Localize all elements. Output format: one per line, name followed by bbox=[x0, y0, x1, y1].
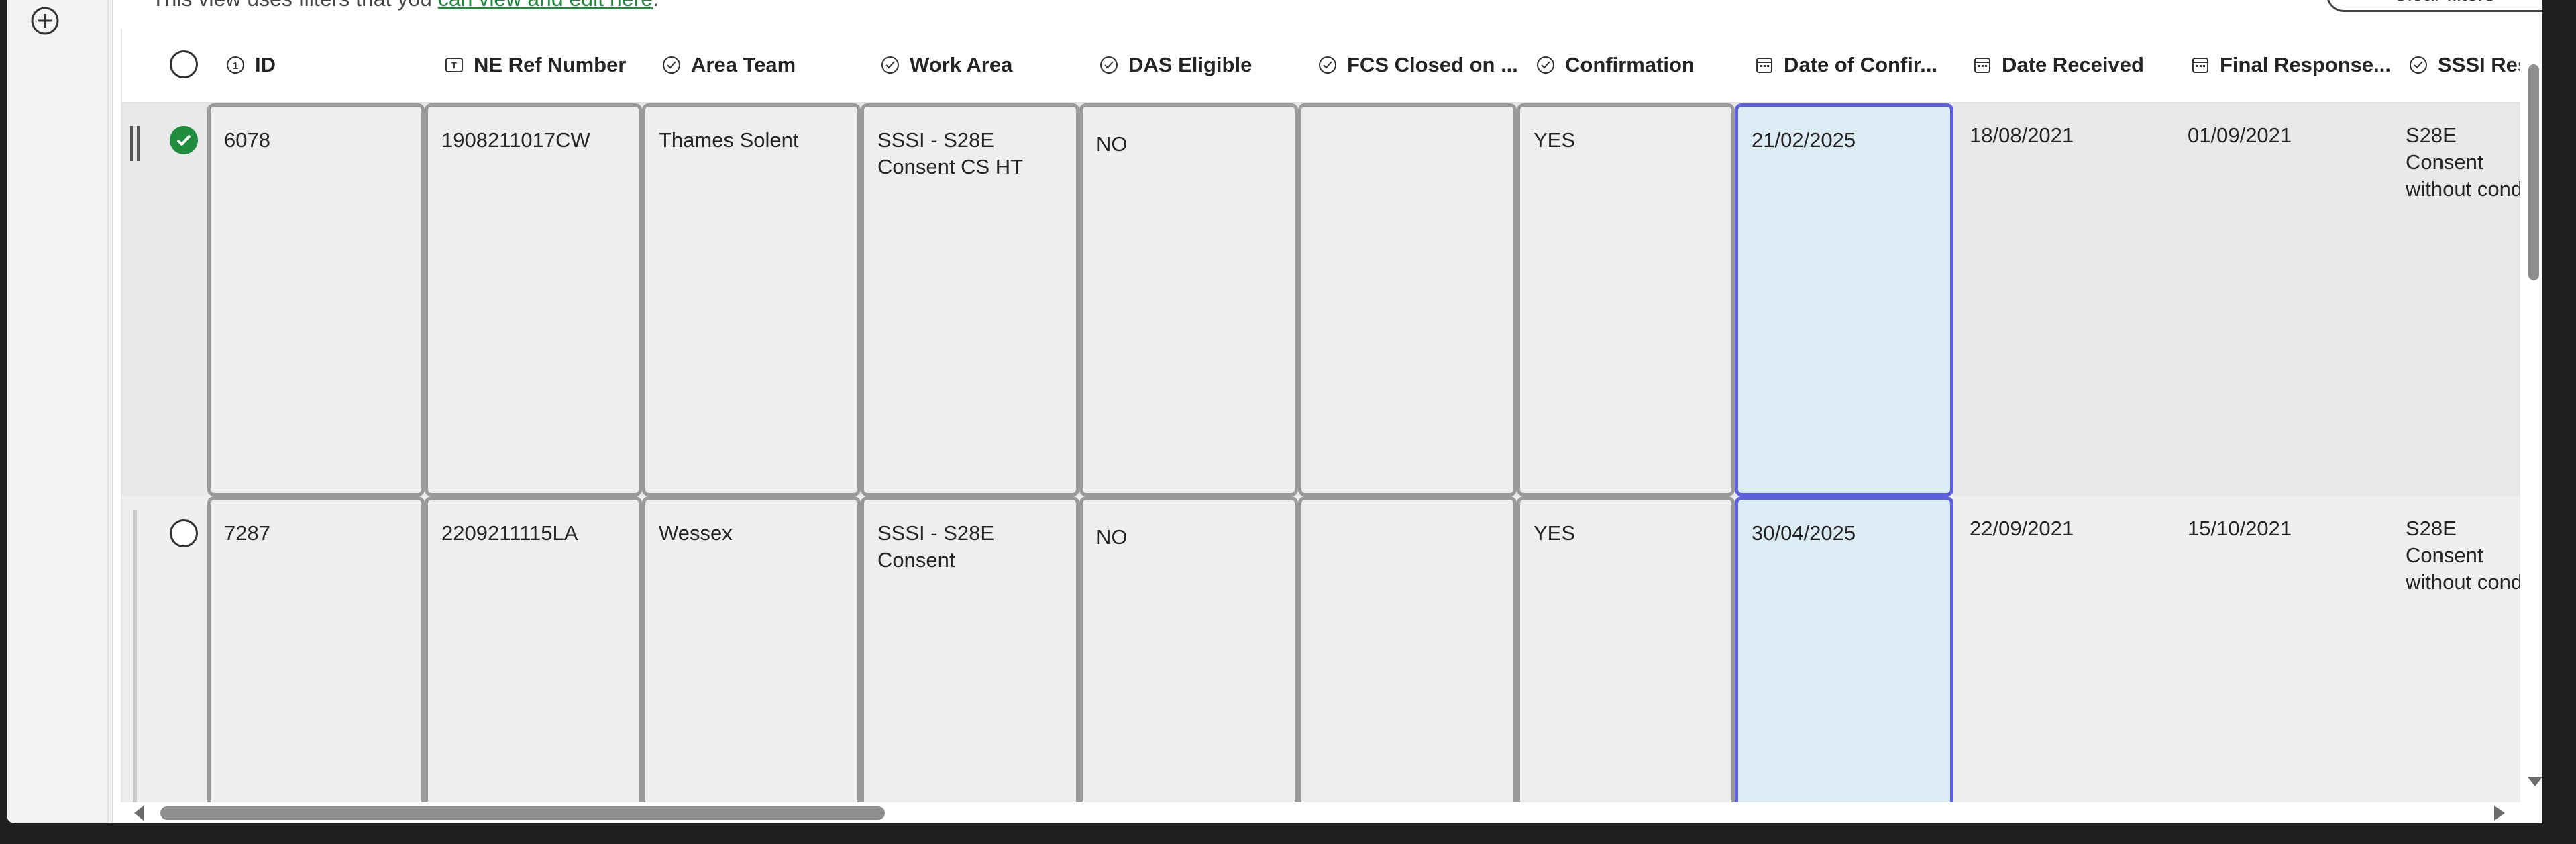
cell-work-area[interactable]: SSSI - S28E Consent CS HT bbox=[861, 103, 1079, 496]
column-header-ne-ref[interactable]: T NE Ref Number bbox=[444, 28, 645, 102]
cell-date-of-confirmation[interactable]: 30/04/2025 bbox=[1735, 496, 1953, 802]
column-header-id[interactable]: 1 ID bbox=[225, 28, 427, 102]
calendar-icon bbox=[1756, 58, 1772, 73]
cell-sssi-response[interactable]: S28E Consent without condi bbox=[2406, 122, 2520, 203]
cell-fcs-closed[interactable] bbox=[1298, 496, 1517, 802]
column-header-date-of-confirmation[interactable]: Date of Confir... bbox=[1754, 28, 1955, 102]
choice-icon bbox=[1537, 56, 1554, 74]
column-header-label: Work Area bbox=[910, 53, 1013, 76]
cell-ne-ref[interactable]: 1908211017CW bbox=[425, 103, 642, 496]
cell-sssi-response[interactable]: S28E Consent without condi bbox=[2406, 515, 2520, 596]
cell-ne-ref[interactable]: 2209211115LA bbox=[425, 496, 642, 802]
filter-banner-text: This view uses filters that you bbox=[152, 0, 438, 11]
add-circle-icon[interactable] bbox=[30, 5, 60, 36]
column-header-label: SSSI Resp bbox=[2438, 53, 2520, 76]
table-row[interactable]: 7287 2209211115LA Wessex SSSI - S28E Con… bbox=[122, 496, 2520, 802]
column-header-date-received[interactable]: Date Received bbox=[1972, 28, 2174, 102]
calendar-icon bbox=[2192, 58, 2208, 73]
text-icon: T bbox=[445, 58, 463, 72]
select-all-checkbox[interactable] bbox=[170, 50, 198, 78]
table-row[interactable]: 6078 1908211017CW Thames Solent SSSI - S… bbox=[122, 103, 2520, 496]
column-header-das-eligible[interactable]: DAS Eligible bbox=[1099, 28, 1300, 102]
column-header-fcs-closed[interactable]: FCS Closed on ... bbox=[1318, 28, 1519, 102]
cell-work-area[interactable]: SSSI - S28E Consent bbox=[861, 496, 1079, 802]
cell-id[interactable]: 7287 bbox=[207, 496, 425, 802]
row-drag-bar[interactable] bbox=[133, 510, 137, 802]
filter-banner-suffix: . bbox=[653, 0, 659, 11]
column-header-label: Date of Confir... bbox=[1784, 53, 1938, 76]
column-header-label: FCS Closed on ... bbox=[1347, 53, 1518, 76]
cell-area-team[interactable]: Thames Solent bbox=[642, 103, 861, 496]
grid-header: 1 ID T NE Ref Number Area Team Work Area bbox=[122, 28, 2520, 103]
column-header-confirmation[interactable]: Confirmation bbox=[1536, 28, 1737, 102]
cell-das-eligible[interactable]: NO bbox=[1079, 496, 1298, 802]
column-header-label: Final Response... bbox=[2220, 53, 2391, 76]
number-icon: 1 bbox=[227, 56, 244, 74]
clear-filters-button[interactable]: Clear filters bbox=[2326, 0, 2542, 12]
cell-fcs-closed[interactable] bbox=[1298, 103, 1517, 496]
cell-das-eligible[interactable]: NO bbox=[1079, 103, 1298, 496]
choice-icon bbox=[663, 56, 680, 74]
app-window: This view uses filters that you can view… bbox=[7, 0, 2542, 823]
scroll-down-arrow-icon[interactable] bbox=[2528, 777, 2542, 786]
cell-final-response[interactable]: 01/09/2021 bbox=[2188, 122, 2389, 149]
cell-date-received[interactable]: 22/09/2021 bbox=[1970, 515, 2171, 542]
cell-area-team[interactable]: Wessex bbox=[642, 496, 861, 802]
row-drag-handle-icon[interactable] bbox=[130, 126, 140, 161]
scroll-left-arrow-icon[interactable] bbox=[134, 806, 144, 821]
row-selected-checkmark-icon[interactable] bbox=[170, 126, 198, 154]
choice-icon bbox=[1100, 56, 1118, 74]
row-select-checkbox[interactable] bbox=[170, 519, 198, 547]
filter-banner: This view uses filters that you can view… bbox=[152, 0, 659, 12]
choice-icon bbox=[881, 56, 899, 74]
column-header-work-area[interactable]: Work Area bbox=[880, 28, 1081, 102]
cell-final-response[interactable]: 15/10/2021 bbox=[2188, 515, 2389, 542]
vertical-scrollbar-thumb[interactable] bbox=[2528, 64, 2539, 280]
column-header-label: DAS Eligible bbox=[1128, 53, 1252, 76]
scroll-right-arrow-icon[interactable] bbox=[2494, 806, 2505, 821]
cell-confirmation[interactable]: YES bbox=[1517, 496, 1735, 802]
column-header-label: ID bbox=[255, 53, 276, 76]
column-header-label: Date Received bbox=[2002, 53, 2144, 76]
column-header-label: NE Ref Number bbox=[474, 53, 627, 76]
column-header-label: Area Team bbox=[691, 53, 796, 76]
cell-date-received[interactable]: 18/08/2021 bbox=[1970, 122, 2171, 149]
choice-icon bbox=[2410, 56, 2427, 74]
horizontal-scrollbar-thumb[interactable] bbox=[160, 806, 885, 820]
cell-date-of-confirmation[interactable]: 21/02/2025 bbox=[1735, 103, 1953, 496]
column-header-sssi-response[interactable]: SSSI Resp bbox=[2408, 28, 2520, 102]
data-grid: 1 ID T NE Ref Number Area Team Work Area bbox=[121, 28, 2520, 802]
svg-text:T: T bbox=[451, 60, 457, 70]
choice-icon bbox=[1319, 56, 1336, 74]
column-header-final-response[interactable]: Final Response... bbox=[2190, 28, 2392, 102]
svg-text:1: 1 bbox=[233, 60, 238, 72]
filter-edit-link[interactable]: can view and edit here bbox=[438, 0, 653, 11]
column-header-label: Confirmation bbox=[1565, 53, 1695, 76]
column-header-area-team[interactable]: Area Team bbox=[661, 28, 863, 102]
grid-panel: This view uses filters that you can view… bbox=[112, 0, 2542, 823]
left-rail bbox=[7, 0, 109, 823]
cell-id[interactable]: 6078 bbox=[207, 103, 425, 496]
calendar-icon bbox=[1974, 58, 1990, 73]
cell-confirmation[interactable]: YES bbox=[1517, 103, 1735, 496]
